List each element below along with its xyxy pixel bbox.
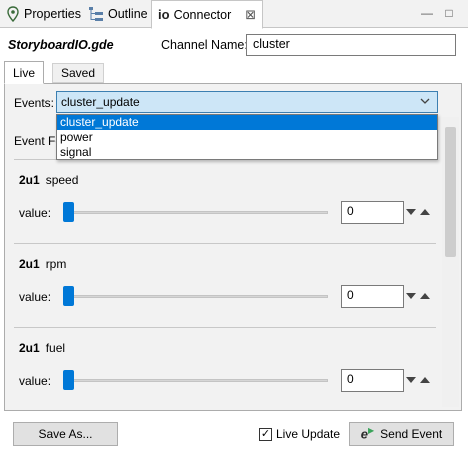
value-label: value:: [19, 290, 52, 304]
value-label: value:: [19, 374, 52, 388]
divider: [14, 243, 436, 244]
scrollbar-thumb[interactable]: [445, 127, 456, 257]
tab-outline[interactable]: Outline: [88, 0, 148, 28]
slider-thumb[interactable]: [63, 370, 74, 390]
send-event-button[interactable]: e▶ Send Event: [349, 422, 454, 446]
divider: [14, 327, 436, 328]
tab-outline-label: Outline: [108, 7, 148, 21]
tab-properties[interactable]: Properties: [6, 0, 81, 28]
signal-type: 2u1: [19, 257, 40, 271]
events-combo-value: cluster_update: [61, 95, 140, 109]
slider-track[interactable]: [64, 379, 328, 382]
value-spinner[interactable]: 0: [341, 369, 404, 392]
signal-title: 2u1 speed: [19, 173, 78, 187]
signal-title: 2u1 rpm: [19, 257, 66, 271]
save-as-label: Save As...: [38, 427, 93, 441]
tab-properties-label: Properties: [24, 7, 81, 21]
channel-name-label: Channel Name:: [161, 38, 248, 52]
events-combo[interactable]: cluster_update: [56, 91, 438, 113]
events-dropdown-list: cluster_update power signal: [56, 114, 438, 160]
vertical-scrollbar[interactable]: [442, 117, 459, 407]
value-spinner[interactable]: 0: [341, 285, 404, 308]
signal-type: 2u1: [19, 341, 40, 355]
signal-name: fuel: [45, 341, 66, 355]
save-as-button[interactable]: Save As...: [13, 422, 118, 446]
outline-icon: [89, 7, 103, 21]
tab-connector[interactable]: io Connector ⊠: [151, 0, 264, 29]
close-icon[interactable]: ⊠: [245, 7, 256, 23]
events-label: Events:: [14, 96, 55, 110]
signal-name: speed: [45, 173, 79, 187]
checkbox-box[interactable]: ✓: [259, 427, 272, 441]
spinner-arrows[interactable]: [405, 291, 431, 301]
maximize-icon[interactable]: □: [442, 6, 456, 20]
spin-arrows-icon[interactable]: [405, 207, 433, 217]
slider-track[interactable]: [64, 295, 328, 298]
slider-thumb[interactable]: [63, 286, 74, 306]
pin-icon: [7, 6, 19, 22]
dropdown-option[interactable]: power: [57, 130, 437, 145]
live-update-checkbox[interactable]: ✓ Live Update: [259, 427, 340, 441]
send-event-label: Send Event: [380, 427, 443, 441]
send-icon-letter: e: [360, 426, 369, 442]
send-event-icon: e▶: [361, 426, 374, 441]
slider-track[interactable]: [64, 211, 328, 214]
dropdown-option[interactable]: cluster_update: [57, 115, 437, 130]
send-arrow-icon: ▶: [368, 426, 375, 436]
minimize-icon[interactable]: —: [420, 6, 434, 20]
tab-connector-label: Connector: [173, 7, 232, 22]
event-format-label: Event Fo: [14, 134, 63, 148]
spinner-arrows[interactable]: [405, 207, 431, 217]
signal-name: rpm: [45, 257, 67, 271]
tab-saved[interactable]: Saved: [52, 63, 105, 83]
spin-arrows-icon[interactable]: [405, 375, 433, 385]
chevron-down-icon: [420, 98, 430, 104]
signal-type: 2u1: [19, 173, 40, 187]
spinner-arrows[interactable]: [405, 375, 431, 385]
slider-thumb[interactable]: [63, 202, 74, 222]
value-label: value:: [19, 206, 52, 220]
tab-live[interactable]: Live: [4, 61, 45, 84]
live-update-label: Live Update: [276, 427, 341, 441]
signal-title: 2u1 fuel: [19, 341, 65, 355]
value-spinner[interactable]: 0: [341, 201, 404, 224]
channel-name-input[interactable]: cluster: [246, 34, 456, 56]
file-name: StoryboardIO.gde: [8, 38, 114, 52]
io-icon: io: [158, 7, 170, 22]
dropdown-option[interactable]: signal: [57, 145, 437, 160]
spin-arrows-icon[interactable]: [405, 291, 433, 301]
